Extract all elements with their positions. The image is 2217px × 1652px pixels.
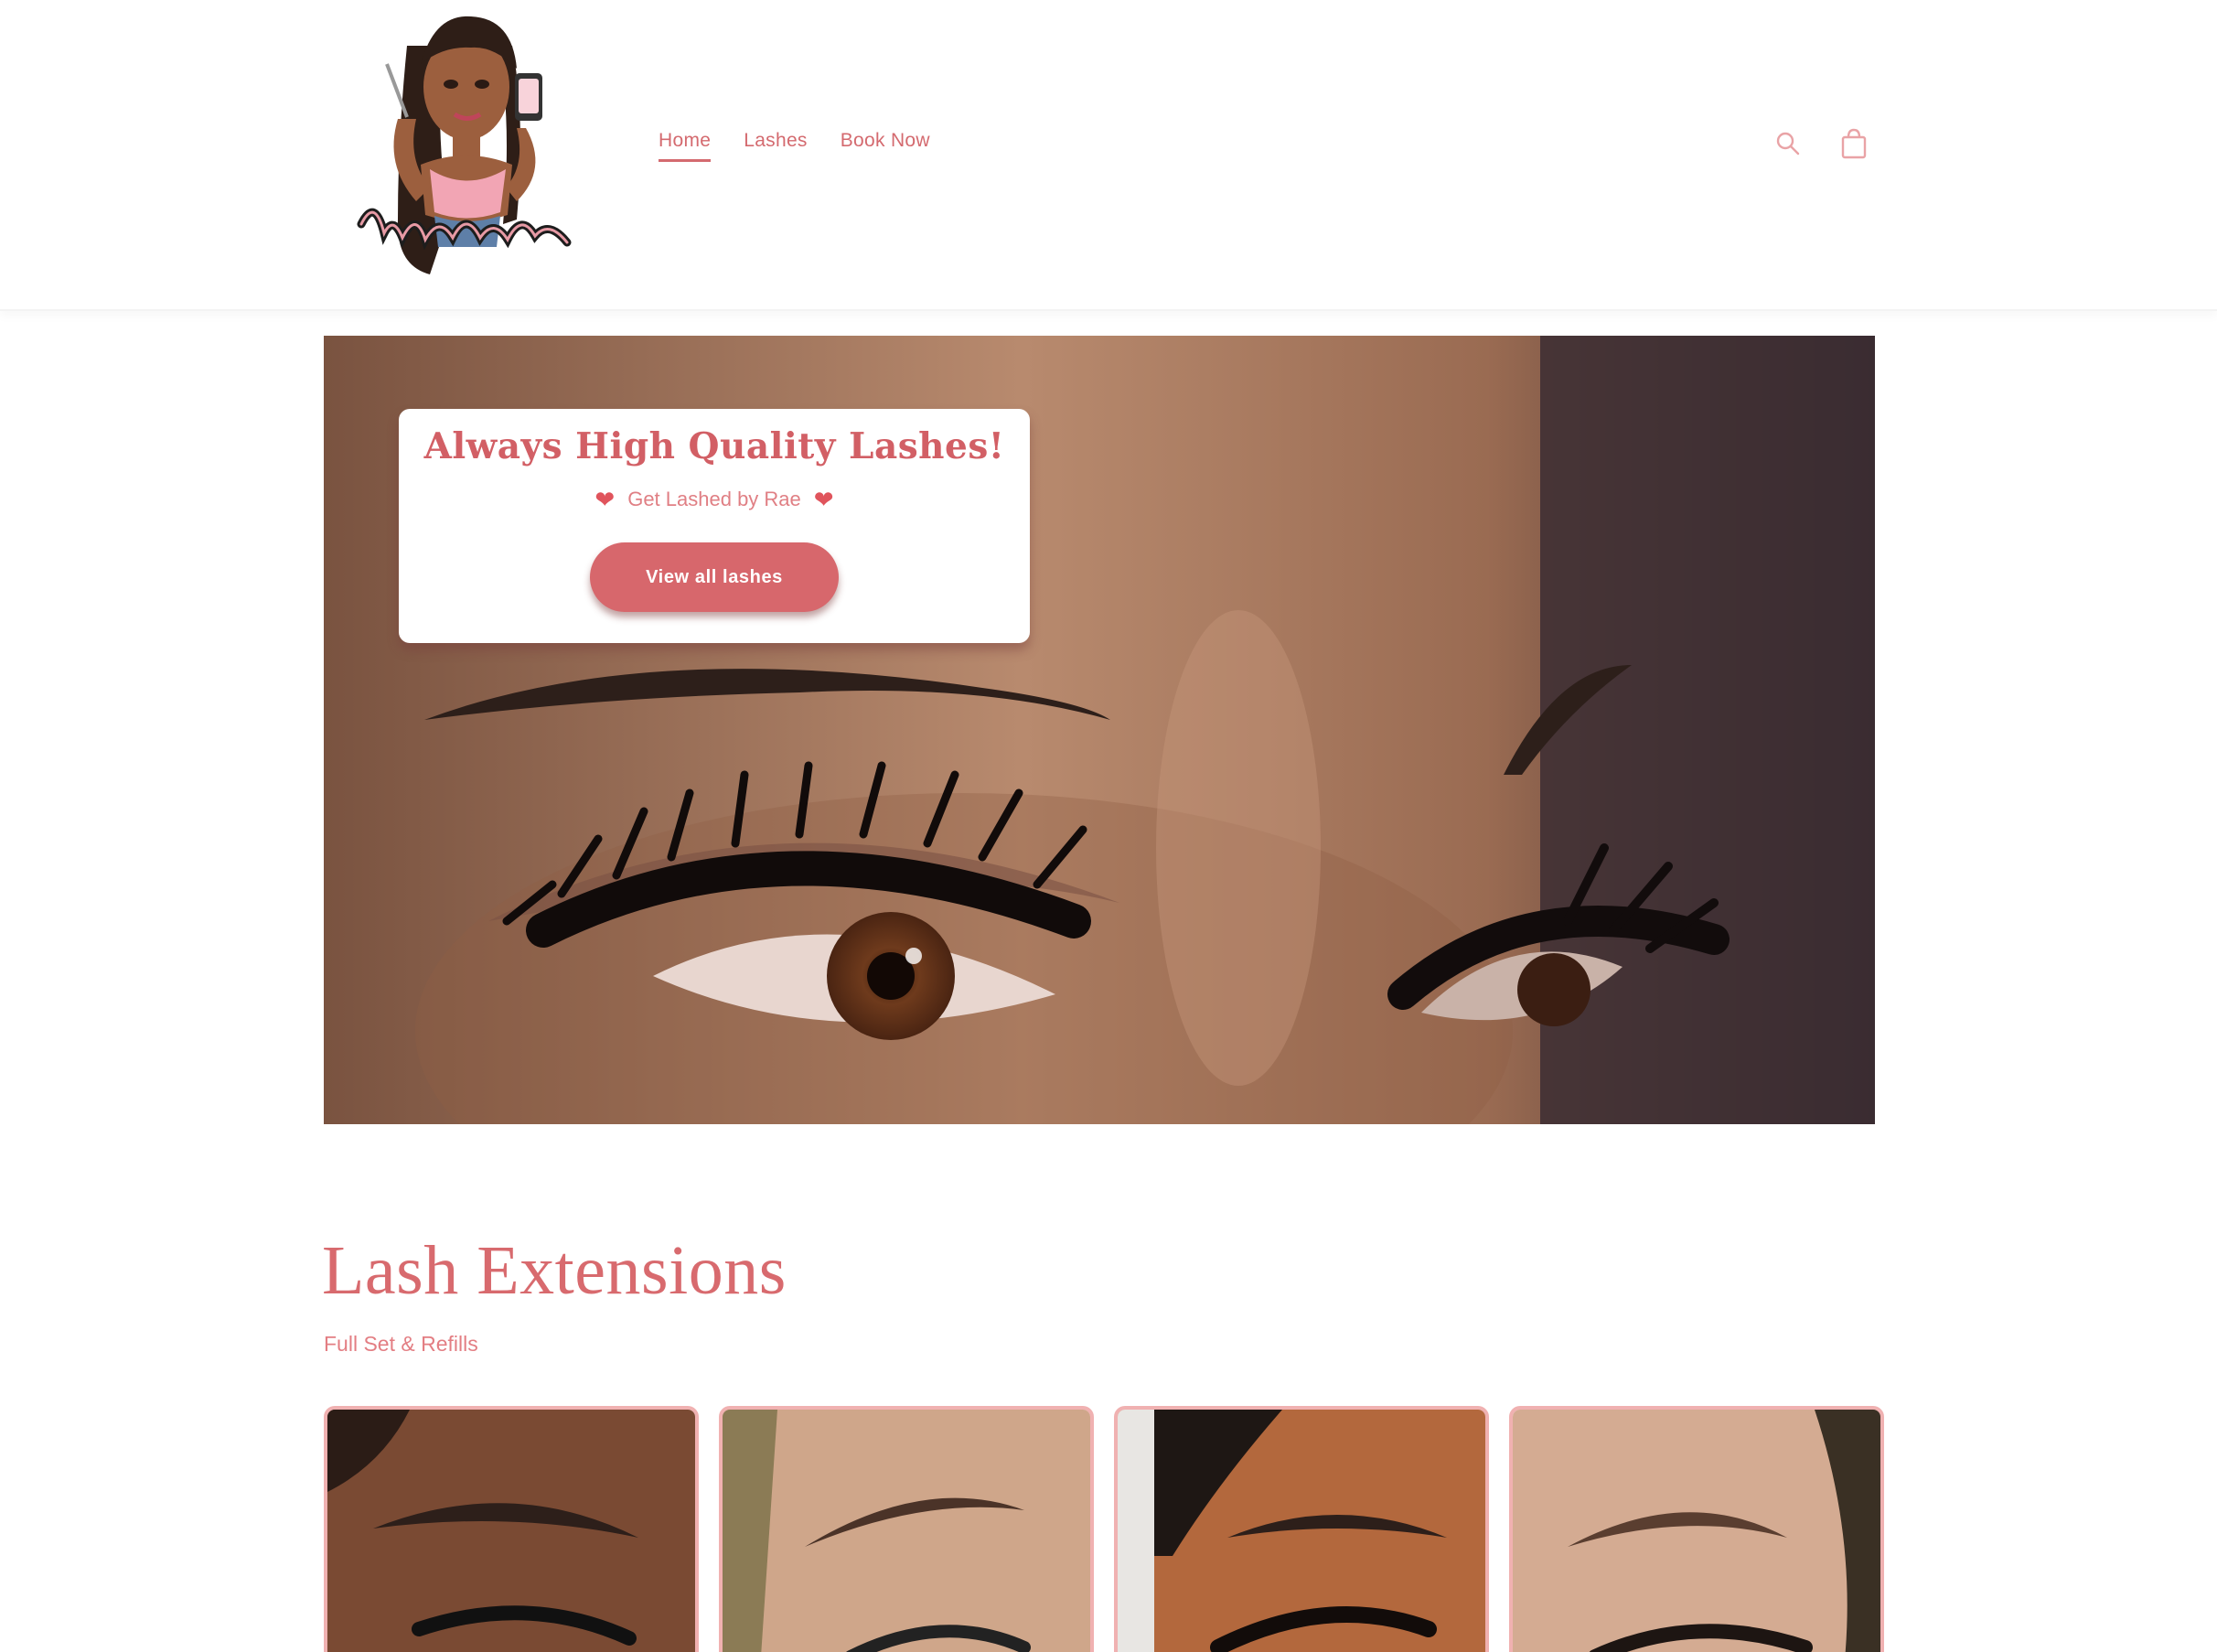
collection-subtitle: Full Set & Refills <box>324 1332 478 1356</box>
nav-home[interactable]: Home <box>659 130 712 162</box>
logo-illustration <box>357 16 572 274</box>
product-image <box>1118 1410 1485 1652</box>
nav-book-now[interactable]: Book Now <box>841 130 930 162</box>
product-image <box>723 1410 1090 1652</box>
product-card[interactable] <box>1509 1406 1884 1652</box>
product-card[interactable] <box>324 1406 699 1652</box>
hero-subtitle-text: Get Lashed by Rae <box>627 488 801 510</box>
search-icon[interactable] <box>1771 126 1805 161</box>
header-actions <box>1771 126 1871 161</box>
page: Home Lashes Book Now Always High Quality… <box>0 0 2217 1652</box>
hero-banner: Always High Quality Lashes! ❤ Get Lashed… <box>324 336 1875 1124</box>
brand-logo[interactable] <box>343 9 590 284</box>
hero-card: Always High Quality Lashes! ❤ Get Lashed… <box>399 409 1030 643</box>
product-grid <box>324 1406 1884 1652</box>
main-nav: Home Lashes Book Now <box>659 130 930 162</box>
hero-subtitle: ❤ Get Lashed by Rae ❤ <box>399 488 1030 511</box>
site-header: Home Lashes Book Now <box>0 0 2217 311</box>
heart-icon: ❤ <box>813 486 834 513</box>
product-image <box>327 1410 695 1652</box>
cart-icon[interactable] <box>1837 126 1871 161</box>
collection-title: Lash Extensions <box>322 1232 787 1309</box>
nav-lashes[interactable]: Lashes <box>744 130 808 162</box>
hero-title: Always High Quality Lashes! <box>423 425 1005 467</box>
view-all-lashes-button[interactable]: View all lashes <box>590 542 839 612</box>
product-card[interactable] <box>719 1406 1094 1652</box>
product-image <box>1513 1410 1880 1652</box>
heart-icon: ❤ <box>594 486 616 513</box>
product-card[interactable] <box>1114 1406 1489 1652</box>
